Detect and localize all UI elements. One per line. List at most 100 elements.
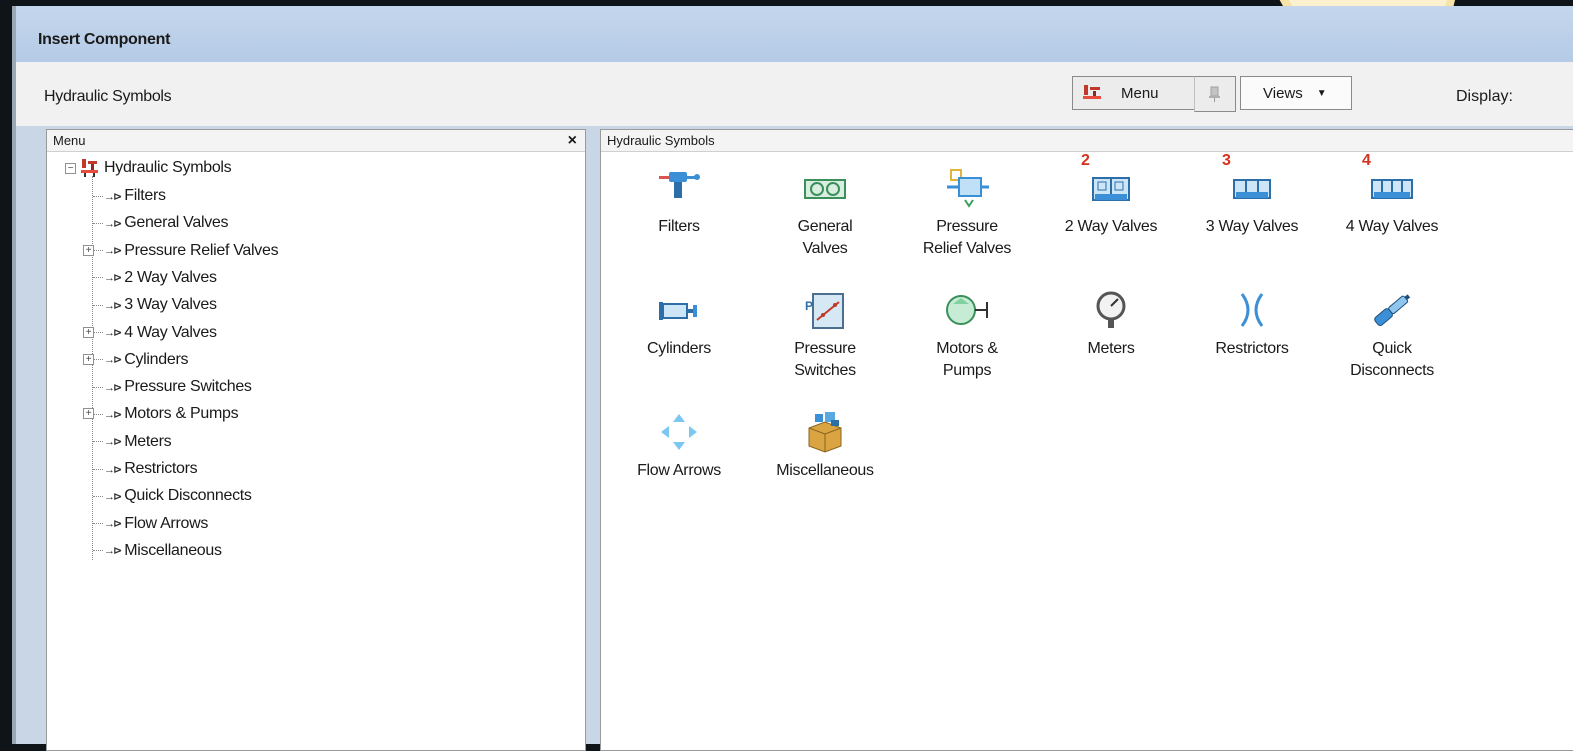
expand-icon[interactable]: +	[83, 353, 94, 365]
tile-label-line1: 4 Way Valves	[1345, 218, 1439, 235]
symbol-category-tile[interactable]: 4 4 Way Valves	[1322, 152, 1462, 238]
dialog-title: Insert Component	[38, 31, 171, 48]
tile-label-line1: 2 Way Valves	[1064, 218, 1158, 235]
dropdown-arrow-icon: ▼	[1316, 87, 1327, 99]
tree-item[interactable]: →⊳ 2 Way Valves	[87, 266, 217, 290]
menu-tree-pane: Menu × − Hydraulic Symbols →⊳ Filters →⊳…	[46, 129, 586, 751]
svg-text:P: P	[805, 299, 813, 313]
tree-connector	[93, 250, 103, 252]
symbol-gallery-pane: Hydraulic Symbols Filters General Valves Pr…	[600, 129, 1573, 751]
close-icon[interactable]: ×	[568, 130, 577, 151]
tree-item-label: 2 Way Valves	[124, 268, 217, 286]
tree-item-label: 3 Way Valves	[124, 296, 217, 314]
cylinder-icon	[655, 288, 703, 332]
symbol-category-tile[interactable]: Quick Disconnects	[1322, 288, 1462, 382]
tree-item-label: Flow Arrows	[124, 514, 209, 532]
tree-item[interactable]: →⊳ Flow Arrows	[87, 512, 208, 536]
component-arrow-icon: →⊳	[104, 381, 122, 394]
symbol-category-tile[interactable]: Flow Arrows	[609, 410, 749, 482]
component-arrow-icon: →⊳	[104, 436, 122, 449]
tree-item-label: Pressure Switches	[124, 378, 252, 396]
tree-item[interactable]: + →⊳ Motors & Pumps	[83, 402, 239, 426]
four-way-valve-icon: 4	[1362, 152, 1416, 210]
tree-item[interactable]: →⊳ Filters	[87, 184, 166, 208]
tile-label-line2: Disconnects	[1350, 362, 1434, 379]
symbol-category-tile[interactable]: General Valves	[755, 166, 895, 260]
gauge-icon	[1087, 288, 1135, 332]
views-dropdown[interactable]: Views ▼	[1240, 76, 1352, 110]
insert-component-dialog: Insert Component Hydraulic Symbols Menu	[12, 6, 1573, 751]
tree-item[interactable]: →⊳ 3 Way Valves	[87, 293, 217, 317]
tile-label: Miscellaneous	[755, 460, 895, 482]
tile-label-line1: Meters	[1087, 340, 1135, 357]
tile-label: Filters	[609, 216, 749, 238]
symbol-category-tile[interactable]: Filters	[609, 166, 749, 238]
valve-count-badge: 4	[1362, 152, 1371, 169]
tree-item-label: Quick Disconnects	[124, 487, 252, 505]
pin-icon	[1209, 86, 1220, 102]
tile-label: 2 Way Valves	[1041, 216, 1181, 238]
tree-item[interactable]: →⊳ Meters	[87, 430, 172, 454]
hydraulic-menu-icon	[1081, 83, 1103, 103]
collapse-icon[interactable]: −	[65, 162, 76, 174]
tile-label-line2: Valves	[802, 240, 848, 257]
tree-connector	[93, 222, 103, 224]
display-label: Display:	[1456, 88, 1513, 105]
general-valve-icon	[801, 166, 849, 210]
tree-connector	[93, 277, 103, 279]
expand-icon[interactable]: +	[83, 326, 94, 338]
tree-connector	[93, 550, 103, 552]
tree-item[interactable]: →⊳ Quick Disconnects	[87, 484, 252, 508]
symbol-category-tile[interactable]: Meters	[1041, 288, 1181, 360]
expand-icon[interactable]: +	[83, 408, 94, 420]
menu-button[interactable]: Menu	[1072, 76, 1194, 110]
tree-item-label: Pressure Relief Valves	[124, 241, 279, 259]
tile-label-line1: General	[797, 218, 853, 235]
tree-item[interactable]: →⊳ General Valves	[87, 211, 229, 235]
tile-label-line1: Motors &	[936, 340, 998, 357]
expand-icon[interactable]: +	[83, 244, 94, 256]
tile-label: 3 Way Valves	[1182, 216, 1322, 238]
tree-item[interactable]: →⊳ Restrictors	[87, 457, 198, 481]
component-arrow-icon: →⊳	[104, 299, 122, 312]
tree-item[interactable]: + →⊳ Cylinders	[83, 348, 189, 372]
tile-label-line1: Pressure	[936, 218, 998, 235]
symbol-category-tile[interactable]: 3 3 Way Valves	[1182, 152, 1322, 238]
tree-item[interactable]: →⊳ Miscellaneous	[87, 539, 222, 563]
tree-item-label: Restrictors	[124, 460, 198, 477]
tile-label: Pressure Relief Valves	[897, 216, 1037, 260]
tree-root-label: Hydraulic Symbols	[104, 159, 232, 176]
three-way-valve-icon: 3	[1222, 152, 1276, 210]
component-arrow-icon: →⊳	[104, 518, 122, 531]
tree-item[interactable]: + →⊳ Pressure Relief Valves	[83, 239, 279, 263]
tree-root-hydraulic-symbols[interactable]: − Hydraulic Symbols	[65, 156, 232, 180]
symbol-category-tile[interactable]: Restrictors	[1182, 288, 1322, 360]
gallery-pane-header: Hydraulic Symbols	[601, 130, 1573, 152]
component-arrow-icon: →⊳	[104, 217, 122, 230]
tree-connector	[93, 332, 103, 333]
symbol-category-tile[interactable]: Motors & Pumps	[897, 288, 1037, 382]
symbol-category-tile[interactable]: P Pressure Switches	[755, 288, 895, 382]
menu-button-label: Menu	[1121, 84, 1159, 102]
symbol-category-tile[interactable]: Pressure Relief Valves	[897, 166, 1037, 260]
tile-label: General Valves	[755, 216, 895, 260]
component-arrow-icon: →⊳	[104, 545, 122, 558]
pin-button[interactable]	[1194, 76, 1236, 112]
tree-item[interactable]: →⊳ Pressure Switches	[87, 375, 252, 399]
tile-label-line1: 3 Way Valves	[1205, 218, 1299, 235]
tree-item-label: Filters	[124, 187, 166, 204]
tree-item[interactable]: + →⊳ 4 Way Valves	[83, 321, 217, 345]
restrictor-icon	[1228, 288, 1276, 332]
component-arrow-icon: →⊳	[104, 408, 122, 421]
symbol-category-tile[interactable]: Miscellaneous	[755, 410, 895, 482]
quick-disconnect-icon	[1368, 288, 1416, 332]
hydraulic-symbols-icon	[80, 158, 100, 178]
tile-label: Flow Arrows	[609, 460, 749, 482]
menu-pane-title: Menu	[53, 133, 86, 148]
tree-connector	[93, 386, 103, 388]
tile-label: 4 Way Valves	[1322, 216, 1462, 238]
gallery-pane-title: Hydraulic Symbols	[607, 133, 715, 148]
flow-arrows-icon	[655, 410, 703, 454]
symbol-category-tile[interactable]: 2 2 Way Valves	[1041, 152, 1181, 238]
symbol-category-tile[interactable]: Cylinders	[609, 288, 749, 360]
